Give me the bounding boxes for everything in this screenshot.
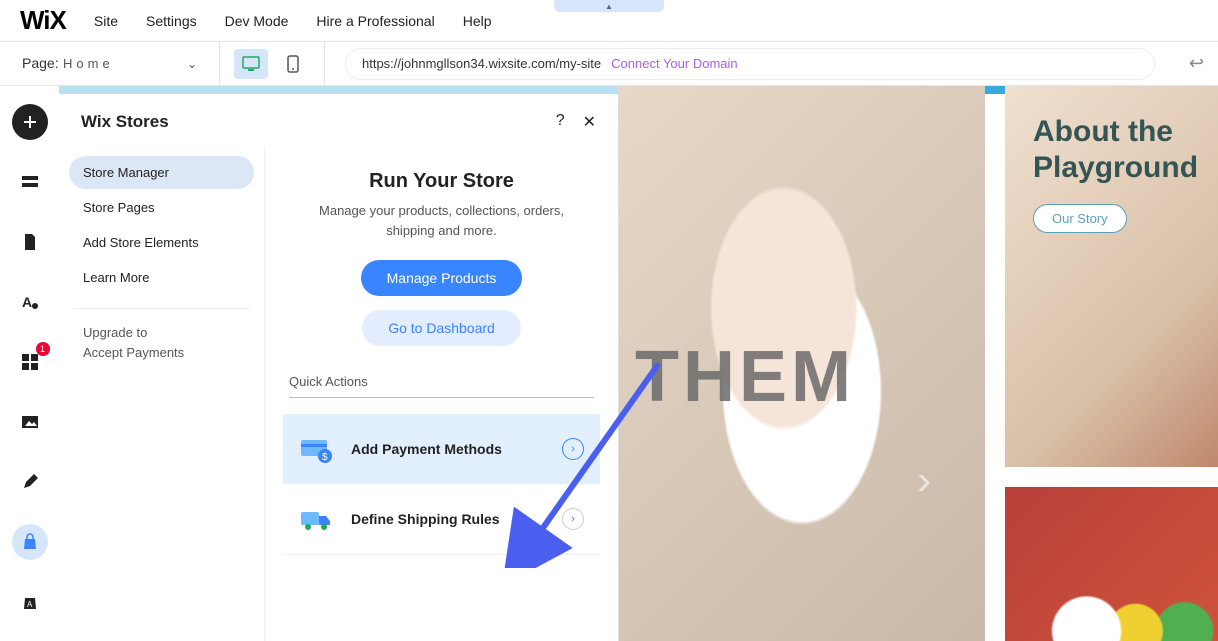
apps-badge: 1: [36, 342, 50, 356]
help-button[interactable]: ?: [556, 112, 565, 132]
hero-heading: THEM: [635, 336, 855, 418]
blog-button[interactable]: [12, 464, 48, 500]
add-element-button[interactable]: [12, 104, 48, 140]
slide-next-button[interactable]: ›: [917, 456, 931, 504]
close-button[interactable]: ✕: [583, 112, 596, 132]
chevron-right-icon: ›: [562, 508, 584, 530]
sections-button[interactable]: [12, 164, 48, 200]
svg-text:A: A: [27, 600, 33, 609]
theme-button[interactable]: A: [12, 284, 48, 320]
sidebar-item-store-pages[interactable]: Store Pages: [69, 191, 254, 224]
qa-add-payment-methods[interactable]: $ Add Payment Methods ›: [283, 414, 600, 484]
apps-button[interactable]: 1: [12, 344, 48, 380]
product-image: [1005, 487, 1218, 641]
top-menubar: ▲ WiX Site Settings Dev Mode Hire a Prof…: [0, 0, 1218, 42]
go-to-dashboard-button[interactable]: Go to Dashboard: [362, 310, 521, 346]
panel-title: Wix Stores: [81, 112, 169, 132]
undo-button[interactable]: ↩: [1175, 53, 1218, 74]
wix-logo[interactable]: WiX: [20, 5, 66, 36]
menu-devmode[interactable]: Dev Mode: [225, 13, 289, 29]
desktop-view-button[interactable]: [234, 49, 268, 79]
our-story-button[interactable]: Our Story: [1033, 204, 1127, 233]
about-heading-l1: About the: [1033, 115, 1173, 148]
run-store-subtitle: Manage your products, collections, order…: [302, 201, 582, 240]
connect-domain-link[interactable]: Connect Your Domain: [611, 56, 737, 71]
page-value: Home: [63, 56, 114, 71]
chevron-right-icon: ›: [562, 438, 584, 460]
shipping-icon: [299, 504, 333, 534]
booking-icon: A: [22, 593, 38, 611]
panel-sidebar: Store Manager Store Pages Add Store Elem…: [59, 146, 265, 641]
mobile-view-button[interactable]: [276, 49, 310, 79]
about-heading: About the Playground: [1033, 114, 1218, 186]
sidebar-item-store-manager[interactable]: Store Manager: [69, 156, 254, 189]
qa-define-shipping-rules[interactable]: Define Shipping Rules ›: [283, 484, 600, 555]
site-url: https://johnmgllson34.wixsite.com/my-sit…: [362, 56, 601, 71]
page-selector[interactable]: Page: Home ⌄: [0, 42, 220, 85]
panel-main: Run Your Store Manage your products, col…: [265, 146, 618, 641]
manage-products-button[interactable]: Manage Products: [361, 260, 523, 296]
svg-text:$: $: [322, 452, 328, 463]
plus-icon: [22, 114, 38, 130]
sections-icon: [21, 175, 39, 189]
about-heading-l2: Playground: [1033, 151, 1198, 184]
qa-item-label: Define Shipping Rules: [351, 511, 562, 527]
media-button[interactable]: [12, 404, 48, 440]
image-icon: [21, 415, 39, 429]
payment-icon: $: [299, 434, 333, 464]
page-icon: [23, 233, 37, 251]
menu-site[interactable]: Site: [94, 13, 118, 29]
pages-button[interactable]: [12, 224, 48, 260]
editor-canvas: THEM › About the Playground Our Story Wi…: [59, 86, 1218, 641]
left-toolbar: A 1 A: [0, 86, 59, 641]
qa-item-label: Add Payment Methods: [351, 441, 562, 457]
run-store-title: Run Your Store: [283, 170, 600, 193]
editor-toolbar: Page: Home ⌄ https://johnmgllson34.wixsi…: [0, 42, 1218, 86]
bag-icon: [22, 533, 38, 551]
pen-icon: [21, 473, 39, 491]
apps-icon: [21, 353, 39, 371]
sidebar-item-learn-more[interactable]: Learn More: [69, 261, 254, 294]
upgrade-line1: Upgrade to: [83, 325, 147, 340]
wix-stores-panel: Wix Stores ? ✕ Store Manager Store Pages…: [59, 86, 619, 641]
theme-icon: A: [21, 293, 39, 311]
mobile-icon: [287, 55, 299, 73]
site-url-bar: https://johnmgllson34.wixsite.com/my-sit…: [345, 48, 1155, 80]
menu-hire[interactable]: Hire a Professional: [316, 13, 434, 29]
svg-text:A: A: [22, 294, 32, 310]
sidebar-item-add-store-elements[interactable]: Add Store Elements: [69, 226, 254, 259]
chevron-down-icon: ⌄: [187, 57, 197, 71]
desktop-icon: [242, 56, 260, 72]
about-section: About the Playground Our Story: [1005, 86, 1218, 467]
bookings-button[interactable]: A: [12, 584, 48, 620]
collapse-handle[interactable]: ▲: [554, 0, 664, 12]
menu-settings[interactable]: Settings: [146, 13, 197, 29]
upgrade-line2: Accept Payments: [83, 345, 184, 360]
upgrade-link[interactable]: Upgrade to Accept Payments: [69, 323, 254, 362]
quick-actions-label: Quick Actions: [289, 374, 594, 398]
store-button[interactable]: [12, 524, 48, 560]
menu-help[interactable]: Help: [463, 13, 492, 29]
page-label: Page:: [22, 55, 59, 71]
